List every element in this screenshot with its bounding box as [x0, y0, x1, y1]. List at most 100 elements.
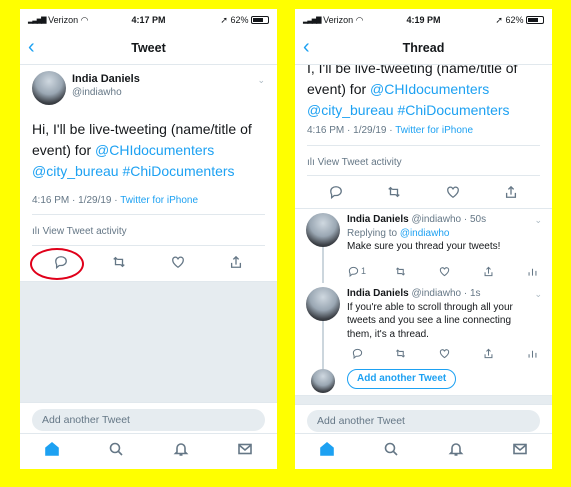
search-icon: [110, 442, 123, 456]
heart-icon: [439, 266, 450, 276]
tab-bar: [295, 433, 552, 469]
retweet-button[interactable]: [107, 252, 131, 272]
mail-icon: [238, 443, 252, 455]
avatar[interactable]: [32, 71, 66, 105]
tab-bar: [20, 433, 277, 469]
heart-icon: [446, 186, 459, 199]
retweet-icon: [388, 186, 401, 198]
retweet-icon: [396, 348, 406, 358]
analytics-icon: [528, 350, 536, 358]
page-title: Thread: [402, 41, 445, 55]
avatar: [311, 369, 335, 393]
tab-notifications[interactable]: [448, 441, 464, 462]
author-handle[interactable]: @indiawho: [72, 87, 140, 98]
nav-bar: ‹ Thread: [295, 31, 552, 65]
home-icon: [320, 441, 334, 456]
view-activity-link[interactable]: ılı View Tweet activity: [307, 157, 402, 168]
tweet-screen: ▂▃▅▇ Verizon ◠ 4:17 PM ➚ 62% ‹ Tweet Ind…: [20, 9, 277, 469]
avatar[interactable]: [306, 213, 340, 247]
thread-screen: ▂▃▅▇ Verizon ◠ 4:19 PM ➚ 62% ‹ Thread I,…: [295, 9, 552, 469]
share-button[interactable]: [224, 252, 248, 272]
tab-home[interactable]: [319, 441, 335, 462]
author-name[interactable]: India Daniels: [347, 288, 409, 299]
mention-link[interactable]: @city_bureau: [32, 163, 119, 179]
share-icon: [230, 255, 241, 268]
add-another-tweet-button[interactable]: Add another Tweet: [347, 369, 457, 389]
reply-button[interactable]: [324, 182, 348, 202]
chevron-down-icon[interactable]: ⌄: [534, 289, 542, 300]
retweet-button[interactable]: [389, 261, 413, 281]
mention-link[interactable]: @CHIdocumenters: [370, 81, 489, 97]
author-handle[interactable]: @indiawho: [411, 214, 461, 225]
tab-home[interactable]: [44, 441, 60, 462]
search-icon: [385, 442, 398, 456]
tweet-time: · 50s: [463, 214, 487, 225]
analytics-icon: ılı: [32, 226, 40, 237]
tweet-meta: 4:16 PM · 1/29/19 · Twitter for iPhone: [307, 125, 474, 136]
view-activity-link[interactable]: ılı View Tweet activity: [32, 226, 127, 237]
replying-to-link[interactable]: @indiawho: [400, 228, 450, 239]
source-link[interactable]: Twitter for iPhone: [395, 125, 473, 136]
hashtag-link[interactable]: #ChiDocumenters: [122, 163, 234, 179]
analytics-icon: ılı: [307, 157, 315, 168]
like-button[interactable]: [433, 343, 457, 363]
analytics-button[interactable]: [520, 261, 544, 281]
chevron-down-icon[interactable]: ⌄: [534, 215, 542, 226]
reply-button[interactable]: 1: [345, 261, 369, 281]
hashtag-link[interactable]: #ChiDocumenters: [397, 102, 509, 118]
reply-button[interactable]: [345, 343, 369, 363]
tab-messages[interactable]: [512, 441, 528, 462]
reply-count: 1: [360, 266, 366, 276]
page-title: Tweet: [131, 41, 166, 55]
highlight-circle: [30, 248, 84, 280]
like-button[interactable]: [441, 182, 465, 202]
author-name[interactable]: India Daniels: [347, 214, 409, 225]
reply-tweet: India Daniels @indiawho · 1s If you're a…: [347, 287, 543, 341]
compose-input[interactable]: Add another Tweet: [32, 409, 265, 431]
share-button[interactable]: [476, 343, 500, 363]
tab-messages[interactable]: [237, 441, 253, 462]
heart-icon: [171, 256, 184, 269]
analytics-button[interactable]: [520, 343, 544, 363]
tab-search[interactable]: [383, 441, 399, 462]
reply-icon: [330, 186, 343, 199]
avatar[interactable]: [306, 287, 340, 321]
home-icon: [45, 441, 59, 456]
thread-line: [322, 321, 324, 369]
share-button[interactable]: [476, 261, 500, 281]
tweet-time: · 1s: [463, 288, 481, 299]
bell-icon: [173, 443, 189, 456]
compose-input[interactable]: Add another Tweet: [307, 410, 540, 432]
heart-icon: [439, 348, 450, 358]
share-button[interactable]: [499, 182, 523, 202]
reply-actions: 1: [345, 261, 544, 281]
retweet-icon: [113, 256, 126, 268]
retweet-button[interactable]: [382, 182, 406, 202]
reply-body-line: If you're able to scroll through all you…: [347, 301, 513, 313]
reply-actions: [345, 343, 544, 363]
source-link[interactable]: Twitter for iPhone: [120, 195, 198, 206]
chevron-down-icon[interactable]: ⌄: [257, 75, 265, 86]
share-icon: [484, 348, 493, 358]
reply-icon: [352, 348, 362, 359]
tab-notifications[interactable]: [173, 441, 189, 462]
like-button[interactable]: [166, 252, 190, 272]
reply-body-line: tweets and you see a line connecting: [347, 315, 511, 326]
reply-body: Make sure you thread your tweets!: [347, 241, 501, 252]
like-button[interactable]: [433, 261, 457, 281]
retweet-button[interactable]: [389, 343, 413, 363]
mention-link[interactable]: @city_bureau: [307, 102, 394, 118]
analytics-icon: [528, 268, 536, 276]
empty-area: [20, 282, 277, 402]
mention-link[interactable]: @CHIdocumenters: [95, 142, 214, 158]
thread-line: [322, 247, 324, 283]
battery-icon: [251, 16, 269, 24]
reply-icon: [348, 266, 359, 277]
location-icon: ➚: [220, 15, 228, 25]
bell-icon: [448, 443, 464, 456]
tweet-meta: 4:16 PM · 1/29/19 · Twitter for iPhone: [32, 195, 199, 206]
status-bar: ▂▃▅▇ Verizon ◠ 4:19 PM ➚ 62%: [295, 9, 552, 31]
author-handle[interactable]: @indiawho: [411, 288, 461, 299]
tab-search[interactable]: [108, 441, 124, 462]
author-name[interactable]: India Daniels: [72, 73, 140, 85]
